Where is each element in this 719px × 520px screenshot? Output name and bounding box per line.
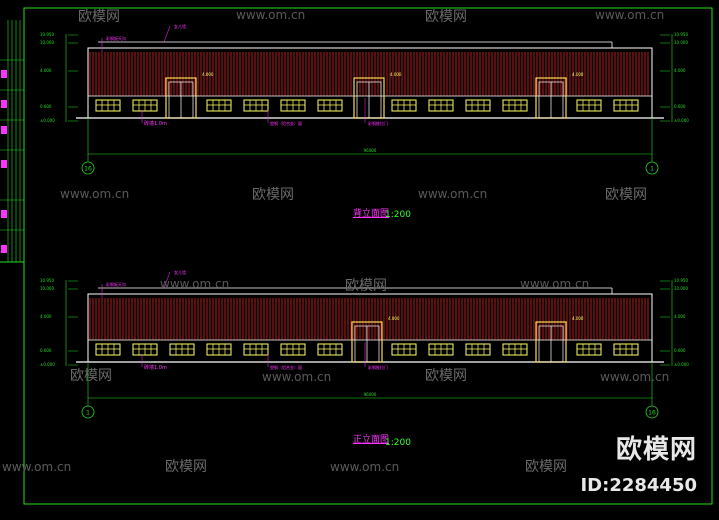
rear-axis-label: 1	[650, 166, 654, 173]
front-label-door: 彩钢推拉门	[368, 364, 388, 370]
watermark-url-9: www.om.cn	[2, 460, 72, 474]
title-strip-mark	[1, 100, 7, 108]
rear-axis-label: 16	[84, 166, 92, 173]
rear-door-elev-mark: 4.000	[202, 72, 214, 77]
watermark-om-6: 欧模网	[70, 368, 112, 384]
rear-label-parapet: 女儿墙	[174, 23, 186, 29]
watermark-om-3: 欧模网	[252, 187, 294, 203]
watermark-om-2: 欧模网	[425, 9, 467, 25]
rear-door-elev-mark: 4.000	[390, 72, 402, 77]
front-elev-left: 10.950	[40, 278, 54, 283]
watermark-om-1: 欧模网	[78, 9, 120, 25]
watermark-url-1: www.om.cn	[236, 8, 306, 22]
front-elev-left: 4.000	[40, 314, 52, 319]
watermark-url-4: www.om.cn	[60, 187, 130, 201]
drawing-stage: 4.000 4.000 4.000 10.950 10.000 4.000 0.600 ±0.…	[0, 0, 719, 516]
watermark-url-3: www.om.cn	[418, 187, 488, 201]
front-axis-label: 1	[86, 410, 90, 417]
watermark-om-8: 欧模网	[165, 459, 207, 475]
rear-elev-right: 10.950	[674, 32, 688, 37]
watermark-url-7: www.om.cn	[262, 370, 332, 384]
rear-elev-left: 10.950	[40, 32, 54, 37]
watermark-om-4: 欧模网	[605, 187, 647, 203]
front-elev-right: 10.000	[674, 286, 688, 291]
rear-elev-left: 10.000	[40, 40, 54, 45]
front-elev-right: ±0.000	[674, 362, 689, 367]
rear-elev-left: 4.000	[40, 68, 52, 73]
rear-total-dim: 96000	[364, 148, 377, 153]
front-elevation-caption: 正立面图	[353, 435, 390, 445]
rear-leader-parapet	[163, 25, 171, 43]
watermark-om-9: 欧模网	[525, 459, 567, 475]
rear-elevation-scale: 1:200	[385, 210, 411, 220]
rear-label-window: 塑钢（铝合金）窗	[270, 120, 302, 126]
title-strip-mark	[1, 160, 7, 168]
rear-door-elev-mark: 4.000	[572, 72, 584, 77]
front-total-dim: 96000	[364, 392, 377, 397]
rear-elev-right: ±0.000	[674, 118, 689, 123]
front-label-brick: 砖墙1.0m	[144, 364, 167, 371]
title-strip-mark	[1, 245, 7, 253]
front-elev-right: 0.600	[674, 348, 686, 353]
front-axis-label: 16	[648, 410, 656, 417]
rear-elev-right: 4.000	[674, 68, 686, 73]
front-door-elev-mark: 4.000	[572, 316, 584, 321]
watermark-url-8: www.om.cn	[600, 370, 670, 384]
title-strip-mark	[1, 70, 7, 78]
rear-label-door: 彩钢推拉门	[368, 120, 388, 126]
front-elev-left: 10.000	[40, 286, 54, 291]
front-elev-right: 10.950	[674, 278, 688, 283]
front-door-elev-mark: 4.000	[388, 316, 400, 321]
rear-elev-right: 0.600	[674, 104, 686, 109]
title-strip-mark	[1, 210, 7, 218]
rear-elev-left: ±0.000	[40, 118, 55, 123]
rear-elev-left: 0.600	[40, 104, 52, 109]
watermark-om-5: 欧模网	[345, 278, 387, 294]
front-elev-left: 0.600	[40, 348, 52, 353]
watermark-url-2: www.om.cn	[595, 8, 665, 22]
watermark-url-6: www.om.cn	[160, 277, 230, 291]
brand-logo-text: 欧模网	[615, 435, 697, 465]
rear-label-brick: 砖墙1.0m	[144, 120, 167, 127]
front-label-gutter: 彩钢板天沟	[106, 281, 126, 287]
rear-elevation-caption: 背立面图	[353, 209, 390, 219]
front-label-parapet: 女儿墙	[174, 269, 186, 275]
watermark-url-5: www.om.cn	[520, 277, 590, 291]
watermark-url-10: www.om.cn	[330, 460, 400, 474]
front-elevation-scale: 1:200	[385, 438, 411, 448]
front-elev-right: 4.000	[674, 314, 686, 319]
brand-id: ID:2284450	[580, 475, 697, 496]
title-strip-mark	[1, 126, 7, 134]
rear-label-gutter: 彩钢板天沟	[106, 35, 126, 41]
front-elev-left: ±0.000	[40, 362, 55, 367]
watermark-om-7: 欧模网	[425, 368, 467, 384]
rear-elev-right: 10.000	[674, 40, 688, 45]
